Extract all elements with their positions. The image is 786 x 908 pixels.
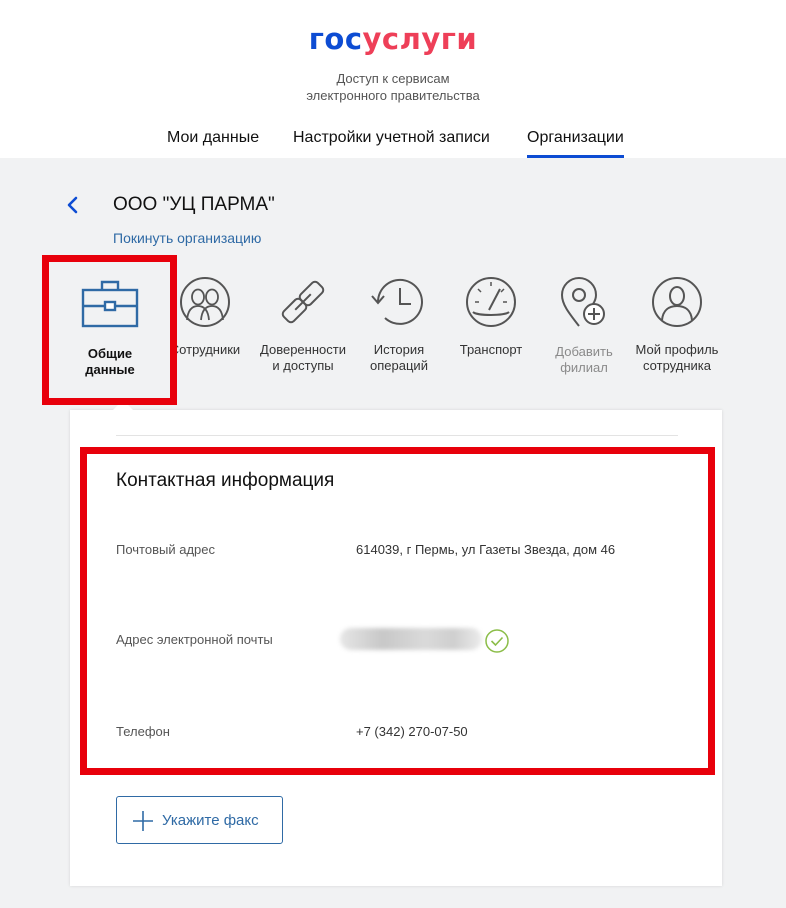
label-line-1: Сотрудники (169, 342, 241, 357)
employees-icon (180, 277, 230, 327)
back-chevron-icon[interactable] (66, 196, 80, 214)
panel-divider (116, 435, 678, 436)
header-subtitle: Доступ к сервисам электронного правитель… (0, 70, 786, 104)
header: госуслуги Доступ к сервисам электронного… (0, 0, 786, 158)
section-my-employee-profile-label: Мой профиль сотрудника (627, 342, 727, 374)
postal-address-label: Почтовый адрес (116, 542, 215, 557)
tab-my-data[interactable]: Мои данные (167, 128, 259, 158)
plus-icon (133, 811, 153, 831)
label-line-1: Транспорт (459, 342, 523, 357)
label-line-1: Мой профиль (635, 342, 719, 357)
account-nav: Мои данные Настройки учетной записи Орга… (0, 128, 786, 158)
location-add-icon (560, 277, 605, 327)
phone-label: Телефон (116, 724, 170, 739)
label-line-1: Доверенности (260, 342, 346, 357)
section-transport-label: Транспорт (441, 342, 541, 358)
gosuslugi-logo[interactable]: госуслуги (0, 22, 786, 56)
subtitle-line-2: электронного правительства (306, 88, 480, 103)
organization-sections: Общие данные Сотрудники Доверенности и дос… (0, 270, 786, 400)
label-line-1: История (373, 342, 425, 357)
label-line-2: операций (370, 358, 428, 373)
section-add-branch-label: Добавить филиал (534, 344, 634, 376)
check-circle-icon (485, 629, 509, 653)
history-icon (371, 278, 423, 325)
phone-value: +7 (342) 270-07-50 (356, 724, 468, 739)
label-line-2: и доступы (272, 358, 334, 373)
speedometer-icon (466, 277, 516, 327)
add-fax-label: Укажите факс (162, 812, 259, 829)
briefcase-icon (81, 280, 139, 328)
postal-address-value: 614039, г Пермь, ул Газеты Звезда, дом 4… (356, 542, 616, 557)
label-line-2: данные (85, 362, 135, 377)
section-transport[interactable]: Транспорт (441, 270, 541, 358)
label-line-1: Общие (87, 346, 133, 361)
tab-organizations[interactable]: Организации (527, 128, 624, 158)
label-line-2: сотрудника (643, 358, 711, 373)
email-label: Адрес электронной почты (116, 632, 273, 647)
section-my-employee-profile[interactable]: Мой профиль сотрудника (627, 270, 727, 374)
active-section-pointer (112, 400, 134, 411)
organization-name: ООО "УЦ ПАРМА" (113, 194, 275, 215)
add-fax-button[interactable]: Укажите факс (116, 796, 283, 844)
section-add-branch[interactable]: Добавить филиал (534, 270, 634, 376)
tab-account-settings[interactable]: Настройки учетной записи (293, 128, 490, 158)
section-powers-of-attorney[interactable]: Доверенности и доступы (253, 270, 353, 374)
contact-info-title: Контактная информация (116, 470, 335, 491)
section-powers-of-attorney-label: Доверенности и доступы (253, 342, 353, 374)
label-line-2: филиал (560, 360, 608, 375)
section-general-data[interactable]: Общие данные (60, 270, 160, 378)
chain-link-icon (281, 280, 325, 324)
logo-part-uslugi: услуги (362, 22, 478, 56)
section-employees[interactable]: Сотрудники (155, 270, 255, 358)
email-value-redacted (340, 628, 482, 650)
section-operations-history-label: История операций (349, 342, 449, 374)
profile-icon (652, 277, 702, 327)
label-line-1: Добавить (555, 344, 613, 359)
section-general-data-label: Общие данные (60, 346, 160, 378)
section-employees-label: Сотрудники (155, 342, 255, 358)
leave-organization-link[interactable]: Покинуть организацию (113, 230, 261, 246)
subtitle-line-1: Доступ к сервисам (336, 71, 450, 86)
section-operations-history[interactable]: История операций (349, 270, 449, 374)
logo-part-gos: гос (308, 22, 363, 56)
